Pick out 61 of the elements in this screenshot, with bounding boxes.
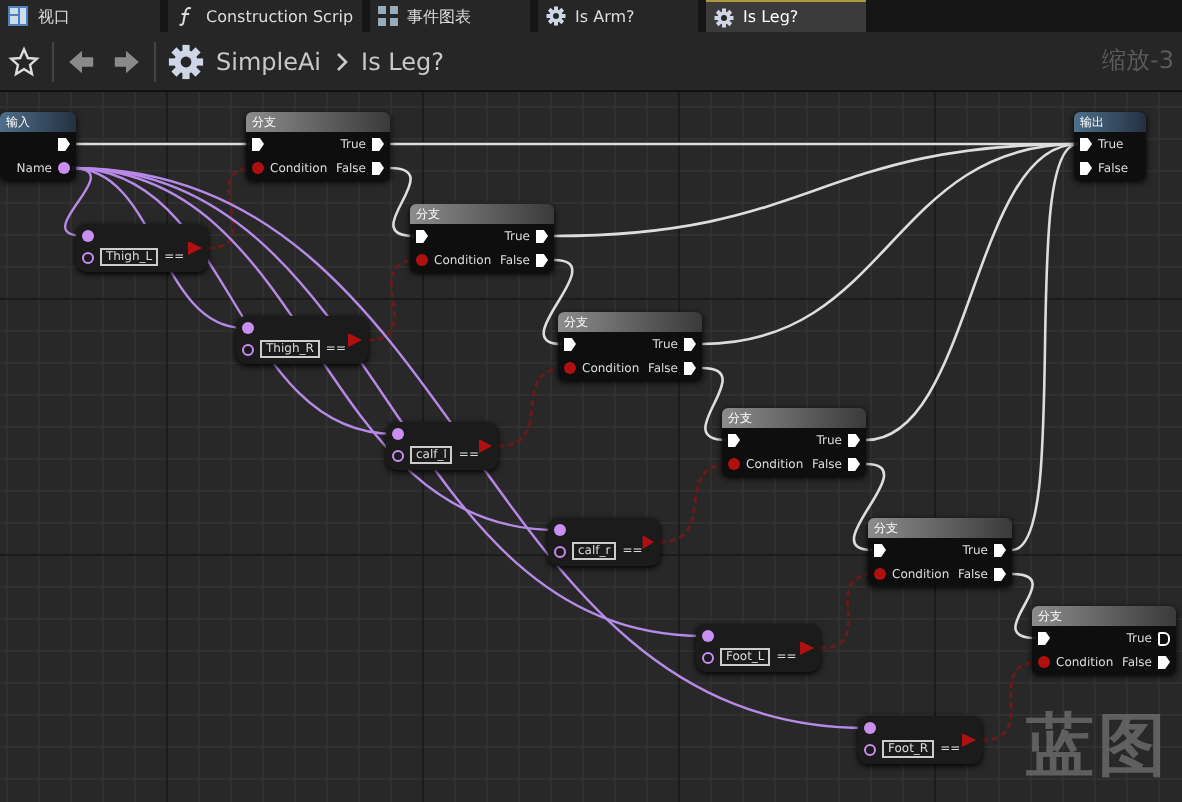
graph-canvas[interactable]: [0, 92, 1182, 802]
exec-wire: [389, 166, 415, 238]
name-pin-icon: [554, 524, 566, 536]
editor-tab[interactable]: 视口: [0, 0, 160, 32]
exec-pin-icon: [728, 433, 740, 447]
name-pin-icon: [392, 428, 404, 440]
bool-pin-icon: [188, 241, 202, 255]
bool-pin-icon: [478, 439, 492, 453]
condition-pin-icon: [728, 458, 740, 470]
exec-pin-icon: [58, 137, 70, 151]
name-pin-icon: [702, 630, 714, 642]
name-pin-icon: [864, 743, 876, 755]
bool-pin-icon: [800, 641, 814, 655]
editor-tab[interactable]: Is Arm?: [537, 0, 698, 32]
exec-pin-icon: [684, 361, 696, 375]
name-pin-icon: [82, 251, 94, 263]
editor-tab[interactable]: Is Leg?: [705, 0, 866, 32]
exec-pin-icon: [252, 137, 264, 151]
breadcrumb-current: Is Leg?: [361, 47, 444, 75]
exec-pin-icon: [1038, 631, 1050, 645]
exec-pin-icon: [848, 457, 860, 471]
name-pin-icon: [242, 343, 254, 355]
condition-pin-icon: [416, 254, 428, 266]
name-pin-icon: [242, 322, 254, 334]
exec-pin-icon: [536, 253, 548, 267]
exec-pin-icon: [874, 543, 886, 557]
bool-pin-icon: [642, 535, 654, 549]
exec-wire: [542, 258, 574, 346]
exec-wire: [853, 462, 885, 552]
condition-pin-icon: [1038, 656, 1050, 668]
name-pin-icon: [82, 230, 94, 242]
grid-icon: [377, 6, 398, 26]
gear-icon: [168, 43, 204, 79]
grid-icon: [8, 6, 28, 26]
exec-pin-icon: [564, 337, 576, 351]
name-pin-icon: [864, 722, 876, 734]
exec-pin-icon: [1158, 655, 1170, 669]
name-pin-icon: [702, 651, 714, 663]
gear-icon: [713, 7, 734, 27]
breadcrumb-link[interactable]: SimpleAi: [216, 47, 322, 75]
name-pin-icon: [392, 449, 404, 461]
editor-tab[interactable]: 事件图表: [369, 0, 530, 32]
name-pin-icon: [58, 162, 70, 174]
bool-pin-icon: [348, 333, 362, 347]
exec-pin-icon: [1080, 137, 1092, 151]
editor-tab[interactable]: Construction Scrip: [168, 0, 362, 32]
condition-pin-icon: [252, 162, 264, 174]
gear-icon: [545, 6, 566, 26]
condition-pin-icon: [874, 568, 886, 580]
exec-pin-icon: [1080, 161, 1092, 175]
condition-pin-icon: [564, 362, 576, 374]
exec-pin-icon: [994, 567, 1006, 581]
exec-pin-icon: [372, 161, 384, 175]
exec-pin-icon: [416, 229, 428, 243]
bool-pin-icon: [962, 733, 976, 747]
exec-wire: [1011, 572, 1037, 640]
function-icon: [176, 6, 196, 26]
name-pin-icon: [554, 545, 566, 557]
exec-wire: [701, 366, 727, 442]
star-icon[interactable]: [8, 43, 40, 79]
chevron-icon: [333, 51, 350, 71]
